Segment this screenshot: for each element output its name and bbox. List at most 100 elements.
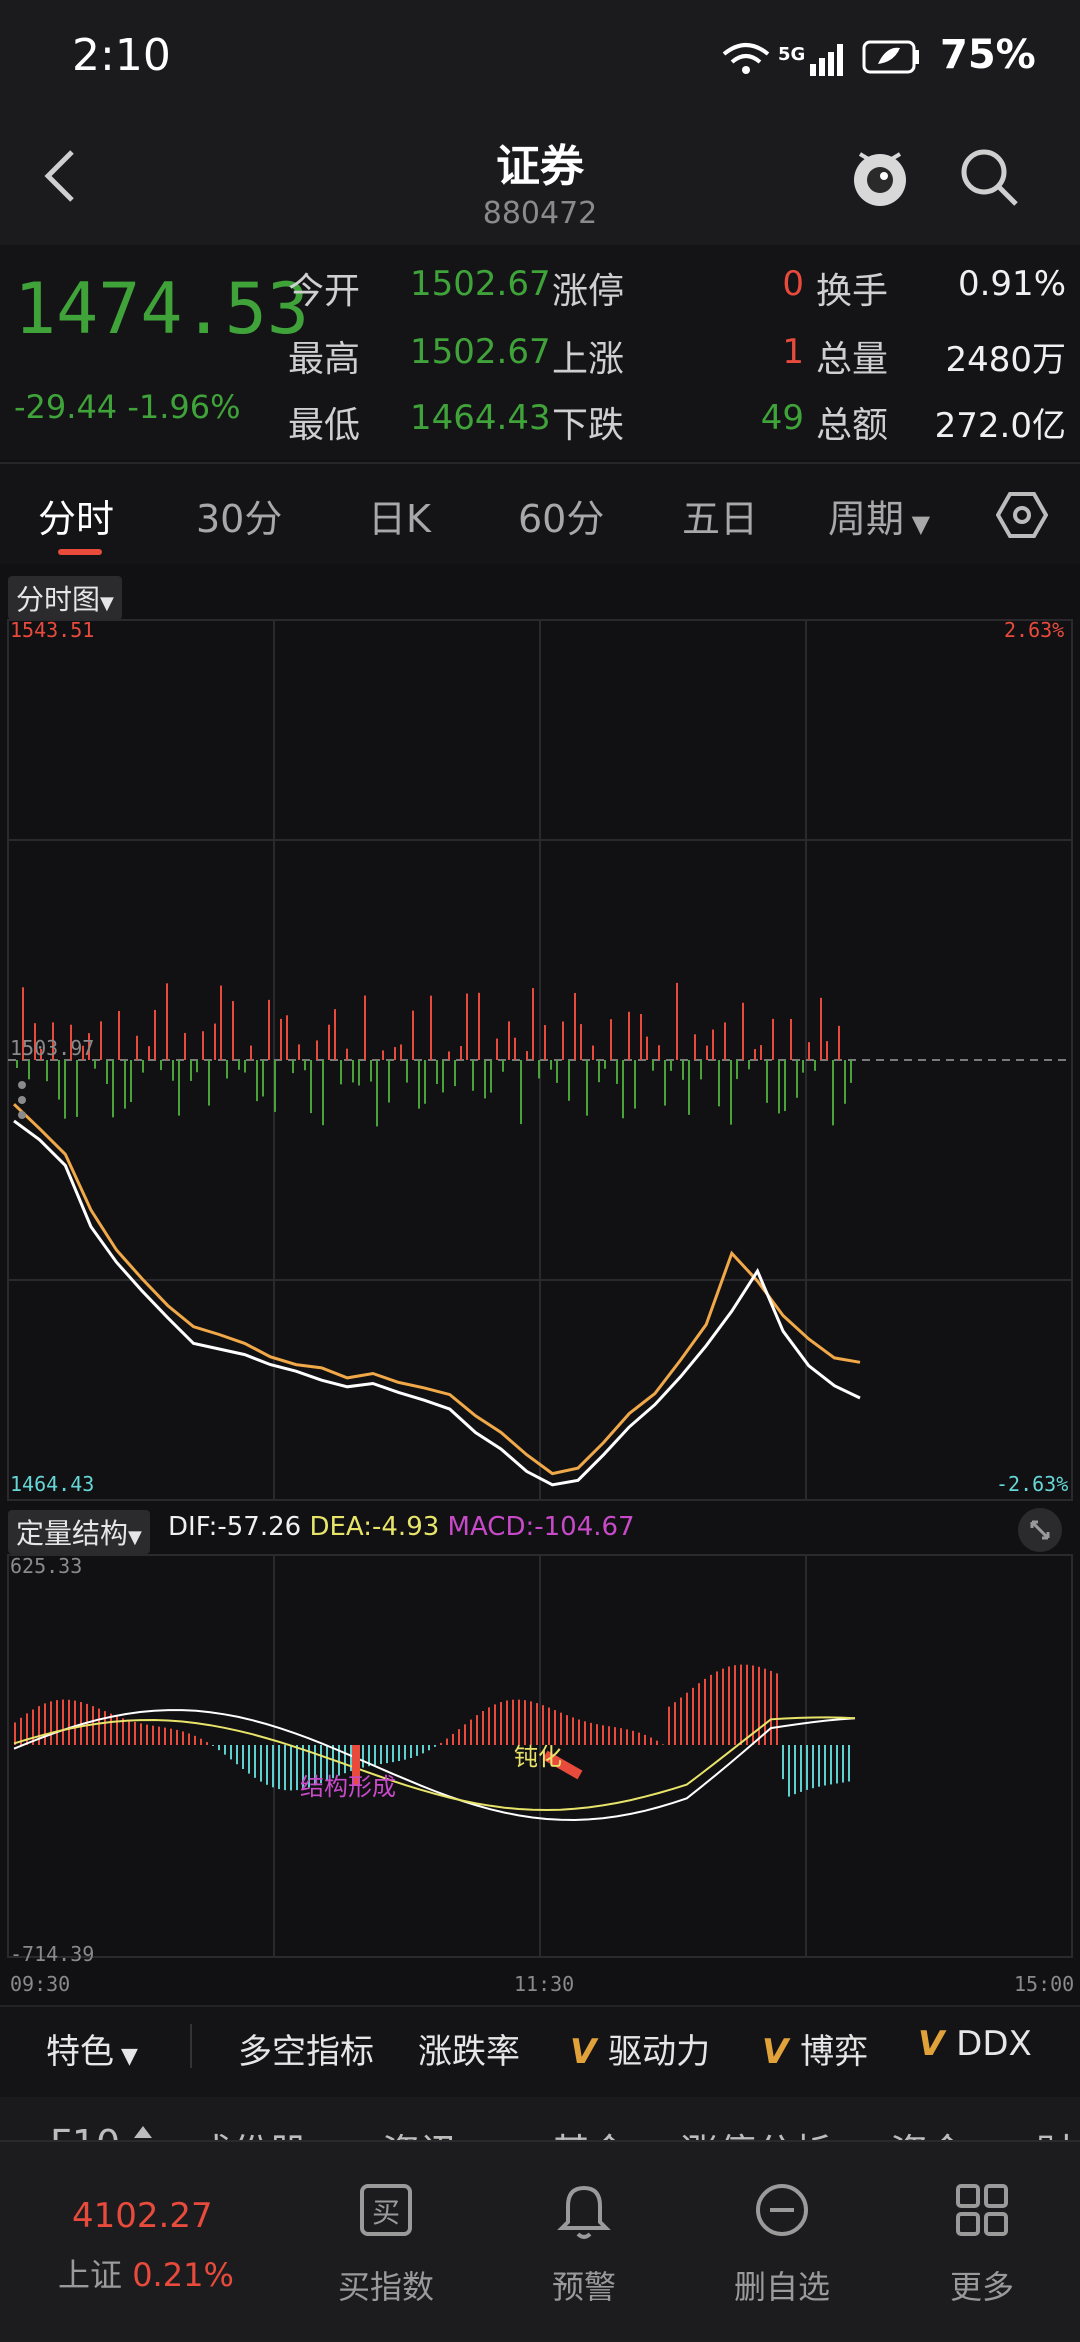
macd-bar [584, 1721, 586, 1745]
volume-bar [430, 995, 432, 1060]
volume-bar [154, 1009, 156, 1060]
volume-bar [364, 995, 366, 1060]
volume-bar [184, 1032, 186, 1060]
volume-bar [754, 1049, 756, 1060]
assistant-icon[interactable] [846, 140, 914, 214]
macd-bar [248, 1745, 250, 1774]
volume-bar [604, 1060, 606, 1069]
macd-bar [698, 1683, 700, 1745]
macd-bar [848, 1745, 850, 1782]
volume-bar [730, 1060, 732, 1125]
v-badge-icon: V [570, 2032, 609, 2072]
volume-bar [544, 1025, 546, 1060]
volume-bar [736, 1060, 738, 1080]
volume-bar [358, 1060, 360, 1086]
volume-bar [100, 1021, 102, 1060]
dif-value: DIF:-57.26 [168, 1512, 302, 1542]
remove-icon[interactable] [752, 2180, 812, 2240]
search-icon[interactable] [956, 144, 1022, 210]
volume-bar [568, 1060, 570, 1101]
ddx-indicator[interactable]: V DDX [918, 2024, 1032, 2064]
macd-bar [476, 1715, 478, 1745]
macd-bar [212, 1745, 214, 1746]
chart-canvas[interactable]: 结构形成 钝化 [0, 565, 1080, 2005]
macd-bar [188, 1733, 190, 1745]
driving-force-indicator[interactable]: V 驱动力 [570, 2024, 710, 2073]
status-time: 2:10 [72, 30, 171, 81]
macd-bar [800, 1745, 802, 1792]
volume-bar [142, 1060, 144, 1073]
volume-bar [382, 1050, 384, 1060]
volume-bar [796, 1060, 798, 1098]
grid-icon[interactable] [952, 2180, 1012, 2240]
volume-bar [706, 1045, 708, 1060]
macd-bar [512, 1699, 514, 1745]
tab-60min[interactable]: 60分 [518, 488, 604, 543]
volume-bar [496, 1038, 498, 1060]
tab-daily-k[interactable]: 日K [368, 488, 431, 543]
macd-bar [446, 1738, 448, 1745]
index-value[interactable]: 4102.27 [72, 2196, 213, 2236]
macd-bar [818, 1745, 820, 1787]
tab-period[interactable]: 周期 ▼ [828, 488, 930, 543]
tab-30min[interactable]: 30分 [196, 488, 282, 543]
battery-percent: 75% [940, 32, 1036, 78]
feature-dropdown[interactable]: 特色 ▼ [46, 2024, 138, 2073]
macd-bar [416, 1745, 418, 1756]
index-info[interactable]: 上证 0.21% [58, 2250, 234, 2296]
volume-bar [718, 1060, 720, 1107]
macd-bar [728, 1666, 730, 1745]
tab-five-day[interactable]: 五日 [682, 488, 758, 543]
active-tab-indicator [58, 549, 102, 555]
macd-bar [482, 1710, 484, 1745]
volume-bar [76, 1060, 78, 1117]
macd-bar [164, 1727, 166, 1745]
macd-bar [116, 1716, 118, 1745]
high-value: 1502.67 [410, 332, 551, 372]
macd-bar [554, 1710, 556, 1745]
volume-bar [256, 1060, 258, 1102]
macd-bar [722, 1668, 724, 1745]
macd-bar [146, 1724, 148, 1745]
macd-bar [284, 1745, 286, 1791]
cellular-signal-icon [810, 44, 843, 76]
volume-bar [772, 1018, 774, 1060]
volume-bar [214, 1023, 216, 1060]
buy-icon[interactable]: 买 [356, 2180, 416, 2240]
macd-bar [806, 1745, 808, 1790]
volume-bar [454, 1060, 456, 1087]
volume-bar [274, 1060, 276, 1112]
price-change: -29.44 -1.96% [14, 388, 241, 426]
tab-intraday[interactable]: 分时 [38, 488, 114, 543]
nav-buy-index[interactable]: 买指数 [306, 2262, 466, 2308]
macd-bar [500, 1702, 502, 1745]
volume-bar [514, 1037, 516, 1060]
volume-bar [790, 1018, 792, 1060]
nav-remove-favorite[interactable]: 删自选 [702, 2262, 862, 2308]
collapse-arrow-icon[interactable] [134, 2126, 152, 2138]
game-indicator[interactable]: V 博弈 [762, 2024, 868, 2073]
macd-bar [14, 1722, 16, 1745]
expand-icon[interactable] [1016, 1506, 1064, 1554]
volume-bar [676, 982, 678, 1060]
volume-bar [328, 1024, 330, 1060]
rise-fall-rate[interactable]: 涨跌率 [418, 2024, 520, 2073]
macd-bar [668, 1706, 670, 1745]
macd-bar [62, 1699, 64, 1745]
settings-hexagon-icon[interactable] [996, 490, 1048, 540]
bell-icon[interactable] [554, 2178, 614, 2242]
macd-bar [380, 1745, 382, 1765]
volume-bar [160, 1060, 162, 1071]
macd-bar [158, 1726, 160, 1745]
macd-histogram [14, 1664, 850, 1797]
indicator-selector[interactable]: 定量结构▼ [8, 1510, 150, 1554]
nav-alert[interactable]: 预警 [504, 2262, 664, 2308]
macd-bar [812, 1745, 814, 1789]
nav-more[interactable]: 更多 [902, 2262, 1062, 2308]
long-short-indicator[interactable]: 多空指标 [238, 2024, 374, 2073]
macd-bar [614, 1727, 616, 1745]
volume-bar [448, 1051, 450, 1060]
volume-bar [616, 1060, 618, 1084]
index-percent: 0.21% [132, 2256, 234, 2294]
volume-bar [766, 1060, 768, 1103]
